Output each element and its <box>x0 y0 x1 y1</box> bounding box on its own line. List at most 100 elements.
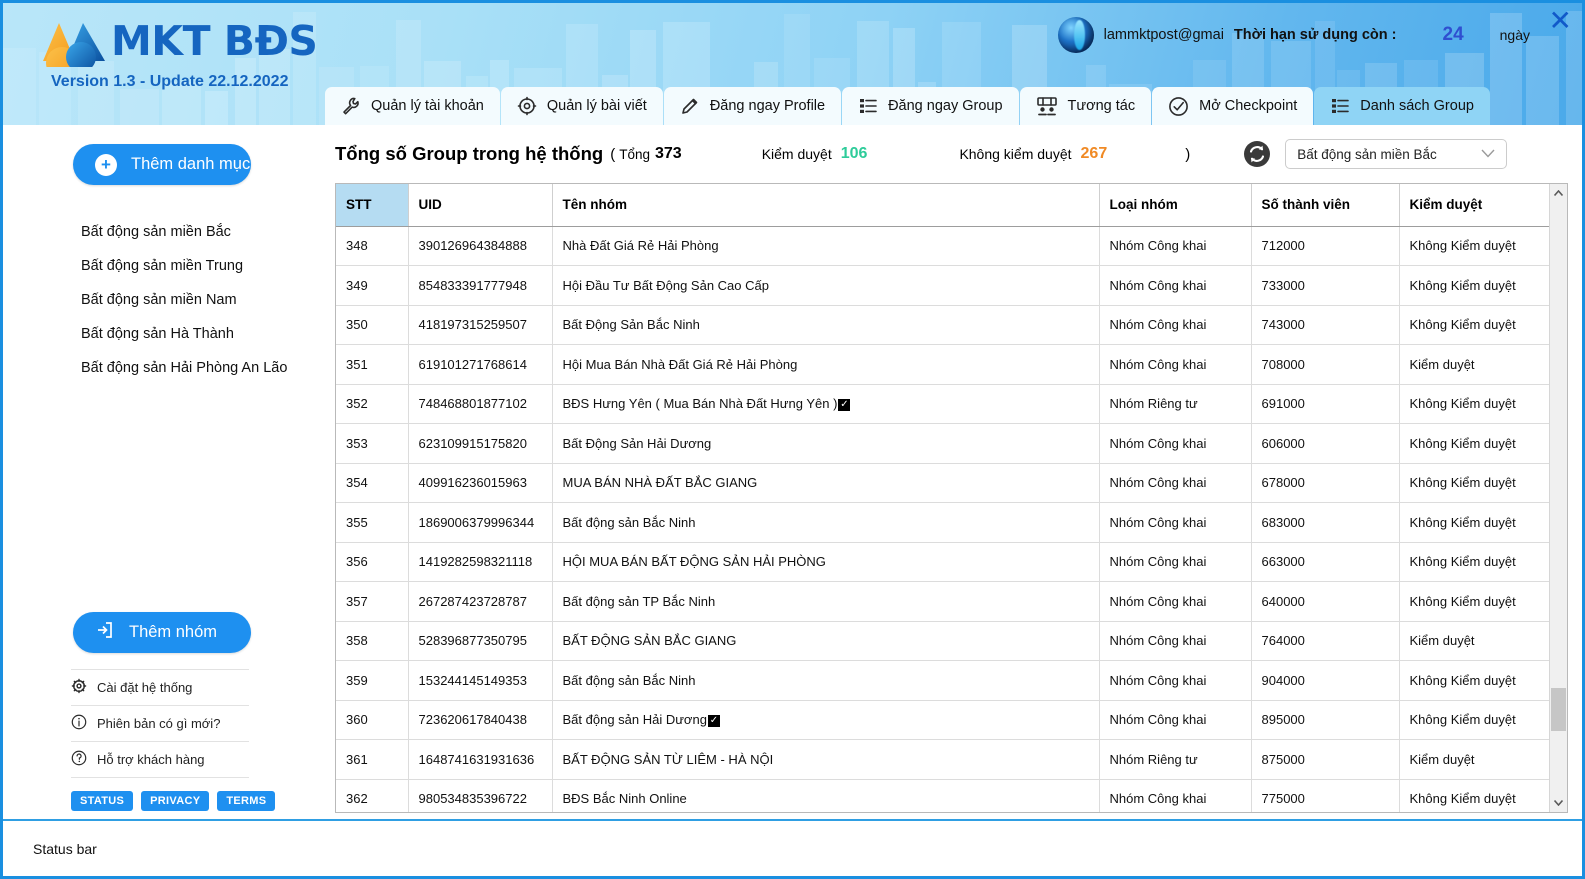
table-row[interactable]: 360 723620617840438 Bất động sản Hải Dương… <box>336 700 1549 740</box>
scrollbar-thumb[interactable] <box>1551 688 1566 731</box>
table-row[interactable]: 362 980534835396722 BĐS Bắc Ninh Online Nhó… <box>336 779 1549 812</box>
scroll-up-arrow-icon[interactable] <box>1550 184 1567 202</box>
cell-type: Nhóm Công khai <box>1099 423 1252 464</box>
cell-type: Nhóm Riêng tư <box>1099 739 1252 780</box>
table-vertical-scrollbar[interactable] <box>1549 184 1567 812</box>
cell-stt: 356 <box>336 542 409 582</box>
category-select[interactable]: Bất động sản miền Bắc <box>1285 139 1508 169</box>
cell-members: 683000 <box>1251 502 1400 543</box>
sidebar-category-0[interactable]: Bất động sản miền Bắc <box>3 215 321 249</box>
cell-review: Kiểm duyệt <box>1399 621 1549 661</box>
cell-name: Bất Động Sản Bắc Ninh <box>552 305 1100 345</box>
cell-name: BĐS Bắc Ninh Online <box>552 779 1100 812</box>
table-row[interactable]: 351 619101271768614 Hội Mua Bán Nhà Đất Gi… <box>336 344 1549 385</box>
cell-review: Không Kiểm duyệt <box>1399 502 1549 543</box>
table-header-row: STT UID Tên nhóm Loại nhóm Số thành viên Kiểm… <box>336 184 1549 227</box>
cell-members: 743000 <box>1251 305 1400 345</box>
gear-icon <box>71 678 87 697</box>
tab-2[interactable]: Đăng ngay Profile <box>663 87 842 125</box>
expiry-unit: ngày <box>1499 27 1530 43</box>
sidebar-chip-2[interactable]: TERMS <box>217 791 276 811</box>
add-group-icon <box>95 620 115 645</box>
group-name: BẤT ĐỘNG SẢN TỪ LIÊM - HÀ NỘI <box>562 751 774 767</box>
sidebar-category-2[interactable]: Bất động sản miền Nam <box>3 283 321 317</box>
sidebar-category-1[interactable]: Bất động sản miền Trung <box>3 249 321 283</box>
tab-3[interactable]: Đăng ngay Group <box>842 87 1019 125</box>
approved-label: Kiểm duyệt <box>761 146 832 162</box>
add-category-button[interactable]: + Thêm danh mục <box>73 144 251 185</box>
mkt-logo-icon <box>37 15 109 79</box>
cell-uid: 980534835396722 <box>408 779 553 812</box>
cell-name: HỘI MUA BÁN BẤT ĐỘNG SẢN HẢI PHÒNG <box>552 542 1100 582</box>
sidebar-link-1[interactable]: Phiên bản có gì mới? <box>71 706 249 742</box>
tab-5[interactable]: Mở Checkpoint <box>1152 87 1314 125</box>
table-row[interactable]: 353 623109915175820 Bất Động Sản Hải Dương… <box>336 423 1549 464</box>
tab-6[interactable]: Danh sách Group <box>1314 87 1490 125</box>
cell-stt: 360 <box>336 700 409 740</box>
table-row[interactable]: 358 528396877350795 BẤT ĐỘNG SẢN BẮC GIANG… <box>336 621 1549 661</box>
group-name: Hội Mua Bán Nhà Đất Giá Rẻ Hải Phòng <box>562 356 798 372</box>
tab-1[interactable]: Quản lý bài viết <box>500 87 663 125</box>
table-header-cell-4: Số thành viên <box>1251 184 1400 227</box>
add-group-button[interactable]: Thêm nhóm <box>73 612 251 653</box>
table-row[interactable]: 354 409916236015963 MUA BÁN NHÀ ĐẤT BẮC GI… <box>336 463 1549 503</box>
cell-members: 708000 <box>1251 344 1400 385</box>
cell-uid: 267287423728787 <box>408 581 553 622</box>
tab-label: Mở Checkpoint <box>1199 98 1298 114</box>
main-toolbar: Tổng số Group trong hệ thống ( Tổng 373 … <box>322 125 1582 183</box>
cell-review: Không Kiểm duyệt <box>1399 581 1549 622</box>
cell-name: BẤT ĐỘNG SẢN BẮC GIANG <box>552 621 1100 661</box>
sidebar-chip-1[interactable]: PRIVACY <box>141 791 210 811</box>
cell-stt: 349 <box>336 265 409 306</box>
verified-badge-icon: ✓ <box>707 714 720 727</box>
cell-uid: 854833391777948 <box>408 265 553 306</box>
tab-0[interactable]: Quản lý tài khoản <box>325 87 500 125</box>
cell-review: Kiểm duyệt <box>1399 344 1549 385</box>
sidebar-chip-0[interactable]: STATUS <box>71 791 134 811</box>
refresh-icon[interactable] <box>1242 139 1272 169</box>
table-row[interactable]: 349 854833391777948 Hội Đầu Tư Bất Động Sả… <box>336 265 1549 306</box>
cell-stt: 354 <box>336 463 409 503</box>
cell-uid: 1648741631931636 <box>408 739 553 780</box>
cell-uid: 623109915175820 <box>408 423 553 464</box>
sidebar-link-2[interactable]: Hỗ trợ khách hàng <box>71 742 249 778</box>
sidebar-link-0[interactable]: Cài đặt hệ thống <box>71 669 249 706</box>
group-name: Hội Đầu Tư Bất Động Sản Cao Cấp <box>562 277 769 293</box>
sidebar-category-4[interactable]: Bất động sản Hải Phòng An Lão <box>3 351 321 385</box>
table-row[interactable]: 361 1648741631931636 BẤT ĐỘNG SẢN TỪ LIÊM … <box>336 739 1549 780</box>
table-row[interactable]: 350 418197315259507 Bất Động Sản Bắc Ninh N… <box>336 305 1549 345</box>
sidebar-category-3[interactable]: Bất động sản Hà Thành <box>3 317 321 351</box>
cell-stt: 348 <box>336 226 409 266</box>
info-icon <box>71 714 87 733</box>
total-value: 373 <box>654 145 682 162</box>
sidebar-footer: Thêm nhóm Cài đặt hệ thống Phiên bản có g… <box>3 612 321 811</box>
cell-uid: 1419282598321118 <box>408 542 553 582</box>
cell-stt: 352 <box>336 384 409 424</box>
tab-label: Tương tác <box>1067 98 1136 114</box>
cell-type: Nhóm Công khai <box>1099 581 1252 622</box>
main-tabs: Quản lý tài khoản Quản lý bài viết Đăng ng… <box>325 87 1490 125</box>
table-row[interactable]: 359 153244145149353 Bất động sản Bắc Ninh N… <box>336 660 1549 701</box>
group-name: Bất động sản TP Bắc Ninh <box>562 593 716 609</box>
cell-name: Bất động sản Bắc Ninh <box>552 502 1100 543</box>
scroll-down-arrow-icon[interactable] <box>1550 794 1567 812</box>
cell-uid: 1869006379996344 <box>408 502 553 543</box>
close-window-icon[interactable]: ✕ <box>1549 7 1572 35</box>
group-name: Bất động sản Hải Dương <box>562 712 707 728</box>
cell-type: Nhóm Công khai <box>1099 502 1252 543</box>
cell-stt: 361 <box>336 739 409 780</box>
table-row[interactable]: 356 1419282598321118 HỘI MUA BÁN BẤT ĐỘNG … <box>336 542 1549 582</box>
account-info: lammktpost@gmai Thời hạn sử dụng còn : 2… <box>1057 17 1530 53</box>
tab-label: Đăng ngay Group <box>888 98 1003 114</box>
cell-uid: 418197315259507 <box>408 305 553 345</box>
cell-name: BẤT ĐỘNG SẢN TỪ LIÊM - HÀ NỘI <box>552 739 1100 780</box>
table-row[interactable]: 352 748468801877102 BĐS Hưng Yên ( Mua Bán… <box>336 384 1549 424</box>
sidebar-link-label: Cài đặt hệ thống <box>97 680 193 695</box>
table-row[interactable]: 355 1869006379996344 Bất động sản Bắc Ninh… <box>336 502 1549 543</box>
tab-4[interactable]: Tương tác <box>1019 87 1152 125</box>
cell-review: Kiểm duyệt <box>1399 739 1549 780</box>
table-row[interactable]: 357 267287423728787 Bất động sản TP Bắc Ni… <box>336 581 1549 622</box>
table-row[interactable]: 348 390126964384888 Nhà Đất Giá Rẻ Hải Phò… <box>336 226 1549 266</box>
cell-members: 764000 <box>1251 621 1400 661</box>
cell-stt: 353 <box>336 423 409 464</box>
